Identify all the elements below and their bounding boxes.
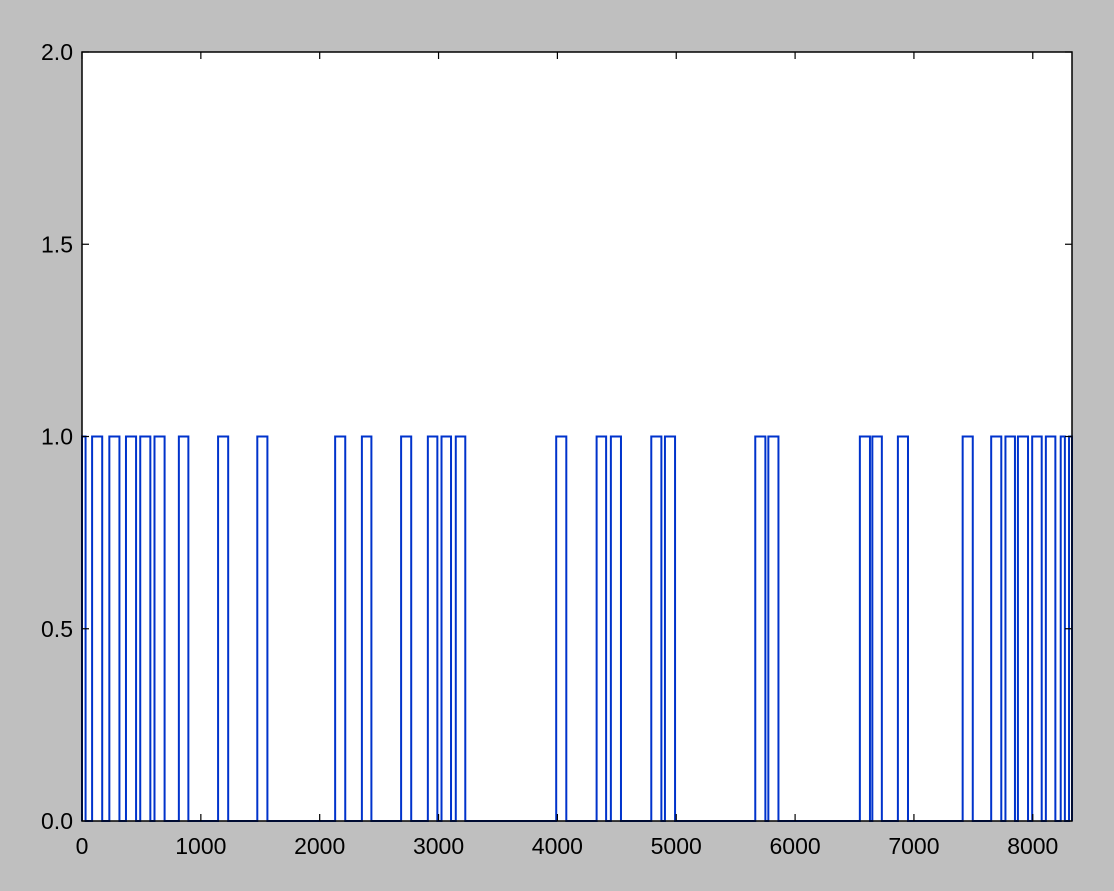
step-chart: 0 1000 2000 3000 4000 5000 6000 7000 8000 0.0 0.5 1… [41,39,1073,859]
y-tick-label: 2.0 [41,39,73,65]
plot-area [82,52,1072,821]
y-tick-label: 1.0 [41,424,73,450]
x-tick-label: 7000 [888,833,939,859]
y-tick-label: 0.0 [41,808,73,834]
x-tick-label: 8000 [1007,833,1058,859]
x-tick-label: 1000 [175,833,226,859]
x-tick-label: 6000 [769,833,820,859]
x-tick-label: 2000 [294,833,345,859]
y-tick-label: 1.5 [41,231,73,257]
chart-figure: 0 1000 2000 3000 4000 5000 6000 7000 8000 0.0 0.5 1… [0,0,1114,886]
y-tick-label: 0.5 [41,616,73,642]
x-tick-label: 3000 [413,833,464,859]
x-tick-label: 5000 [651,833,702,859]
x-tick-label: 4000 [532,833,583,859]
x-tick-label: 0 [76,833,89,859]
